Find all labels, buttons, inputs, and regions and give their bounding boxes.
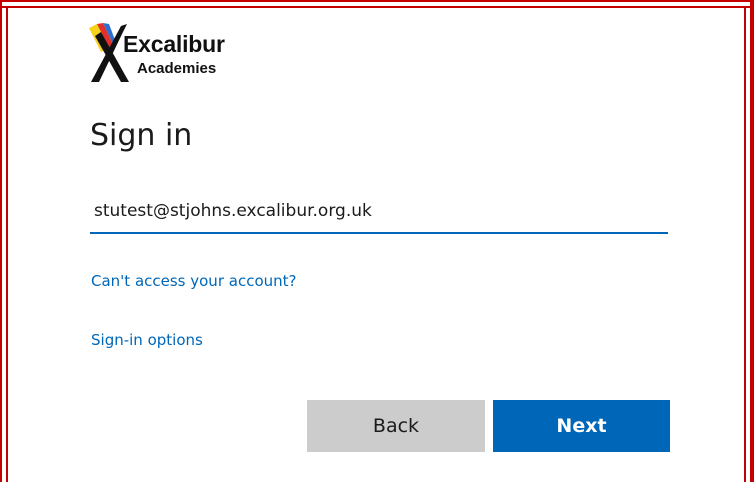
- logo-subtitle: Academies: [137, 60, 217, 77]
- window-border-right: [750, 0, 754, 482]
- excalibur-academies-logo: Excalibur Academies: [87, 22, 277, 86]
- page-title: Sign in: [90, 118, 193, 153]
- email-field[interactable]: [90, 190, 668, 234]
- back-button[interactable]: Back: [307, 400, 485, 452]
- window-border-left-inner: [6, 6, 8, 482]
- window-border-top-inner: [0, 6, 754, 8]
- sign-in-window: Excalibur Academies Sign in Can't access…: [0, 0, 754, 482]
- logo-name: Excalibur: [123, 31, 225, 57]
- sign-in-options-link[interactable]: Sign-in options: [91, 331, 203, 349]
- next-button[interactable]: Next: [493, 400, 670, 452]
- window-border-left: [0, 0, 2, 482]
- window-border-top: [0, 0, 754, 2]
- cant-access-account-link[interactable]: Can't access your account?: [91, 272, 296, 290]
- window-border-right-inner: [744, 6, 746, 482]
